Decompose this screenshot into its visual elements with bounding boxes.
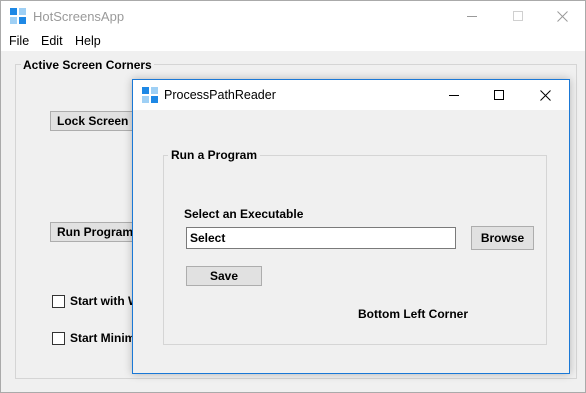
dialog-titlebar[interactable]: ProcessPathReader <box>133 80 569 110</box>
start-with-windows-checkbox[interactable] <box>52 295 65 308</box>
process-path-dialog: ProcessPathReader Run a Program Select a… <box>132 79 570 374</box>
corner-label: Bottom Left Corner <box>358 307 468 321</box>
app-tiles-icon <box>10 8 26 24</box>
maximize-icon <box>494 90 504 100</box>
main-minimize-button[interactable] <box>449 1 495 31</box>
dialog-maximize-button[interactable] <box>476 80 522 110</box>
start-minimized-label: Start Minim <box>70 331 136 345</box>
run-program-button[interactable]: Run Program <box>50 222 140 242</box>
executable-path-value: Select <box>190 231 226 245</box>
save-button[interactable]: Save <box>186 266 262 286</box>
browse-button-label: Browse <box>480 231 525 245</box>
main-titlebar[interactable]: HotScreensApp <box>1 1 585 31</box>
close-icon <box>539 89 551 101</box>
run-program-group-label: Run a Program <box>168 148 261 162</box>
executable-path-input[interactable]: Select <box>186 227 456 249</box>
menu-help[interactable]: Help <box>75 34 101 48</box>
menu-file[interactable]: File <box>9 34 29 48</box>
main-window-title: HotScreensApp <box>33 9 125 24</box>
lock-screen-button[interactable]: Lock Screen <box>50 111 140 131</box>
select-executable-label: Select an Executable <box>184 207 304 221</box>
start-minimized-checkbox[interactable] <box>52 332 65 345</box>
run-program-group <box>163 155 547 345</box>
run-program-button-label: Run Program <box>57 225 134 239</box>
dialog-close-button[interactable] <box>522 80 568 110</box>
minimize-icon <box>449 95 459 96</box>
browse-button[interactable]: Browse <box>471 226 534 250</box>
maximize-icon <box>513 11 523 21</box>
save-button-label: Save <box>209 269 239 283</box>
dialog-title: ProcessPathReader <box>164 88 276 102</box>
active-corners-group-label: Active Screen Corners <box>21 58 154 72</box>
close-icon <box>556 10 568 22</box>
lock-screen-button-label: Lock Screen <box>57 114 129 128</box>
dialog-minimize-button[interactable] <box>431 80 477 110</box>
app-tiles-icon <box>142 87 158 103</box>
menu-edit[interactable]: Edit <box>41 34 63 48</box>
start-with-windows-label: Start with W <box>70 294 140 308</box>
menu-bar: File Edit Help <box>1 31 585 51</box>
dialog-client-area: Run a Program Select an Executable Selec… <box>133 110 569 373</box>
main-close-button[interactable] <box>539 1 585 31</box>
minimize-icon <box>467 16 477 17</box>
main-maximize-button[interactable] <box>495 1 541 31</box>
